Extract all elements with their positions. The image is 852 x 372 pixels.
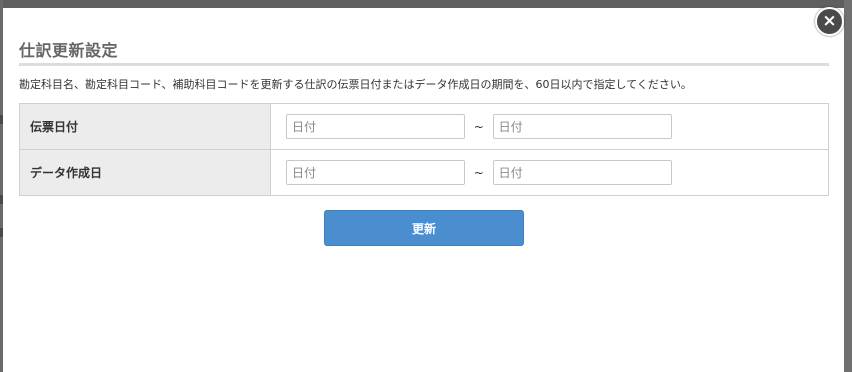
update-settings-dialog: 仕訳更新設定 勘定科目名、勘定科目コード、補助科目コードを更新する仕訳の伝票日付… [3,8,844,372]
close-icon[interactable]: × [815,7,844,36]
data-created-date-from-input[interactable] [286,160,465,185]
title-divider [19,63,829,66]
voucher-date-label: 伝票日付 [19,103,271,150]
range-separator: ~ [473,165,484,180]
form-row-voucher-date: 伝票日付 ~ [19,103,829,150]
date-range-form: 伝票日付 ~ データ作成日 ~ [19,103,829,196]
dialog-description: 勘定科目名、勘定科目コード、補助科目コードを更新する仕訳の伝票日付またはデータ作… [19,78,692,91]
voucher-date-to-input[interactable] [492,114,672,139]
data-created-date-to-input[interactable] [492,160,672,185]
form-row-data-created-date: データ作成日 ~ [19,149,829,196]
dialog-title: 仕訳更新設定 [19,41,119,60]
update-button[interactable]: 更新 [324,210,524,246]
data-created-date-label: データ作成日 [19,149,271,196]
range-separator: ~ [473,119,484,134]
voucher-date-range: ~ [270,103,829,150]
background-page-edge [844,0,852,372]
data-created-date-range: ~ [270,149,829,196]
voucher-date-from-input[interactable] [286,114,465,139]
